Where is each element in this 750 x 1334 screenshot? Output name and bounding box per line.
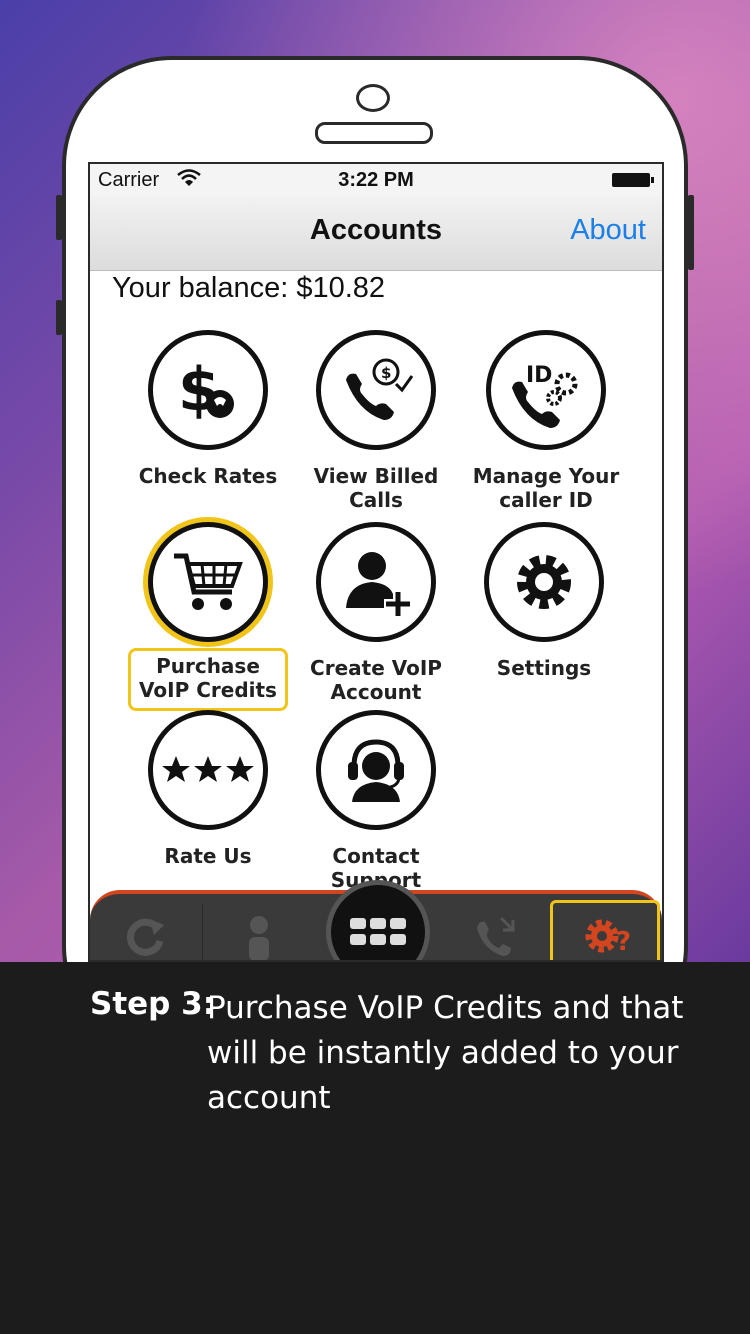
caller-id-icon: ID bbox=[486, 330, 606, 450]
status-bar: Carrier 3:22 PM bbox=[90, 164, 662, 196]
caption-panel: Step 3: Purchase VoIP Credits and that w… bbox=[0, 962, 750, 1334]
app-screen: Carrier 3:22 PM Accounts About Your bala… bbox=[88, 162, 664, 962]
stars-icon bbox=[148, 710, 268, 830]
tile-label: View Billed Calls bbox=[313, 464, 439, 512]
purchase-voip-credits-tile[interactable]: Purchase VoIP Credits bbox=[120, 522, 296, 711]
manage-caller-id-tile[interactable]: ID Manage Your caller ID bbox=[458, 330, 634, 512]
tile-label: Manage Your caller ID bbox=[472, 464, 620, 512]
balance-label: Your balance: $10.82 bbox=[112, 272, 386, 304]
svg-text:ID: ID bbox=[526, 363, 552, 388]
side-button bbox=[56, 300, 62, 335]
speaker-icon bbox=[315, 122, 433, 144]
create-voip-account-tile[interactable]: Create VoIP Account bbox=[288, 522, 464, 704]
tile-label: Settings bbox=[496, 656, 592, 680]
tab-refresh[interactable] bbox=[90, 904, 200, 960]
side-button bbox=[56, 195, 62, 240]
add-user-icon bbox=[316, 522, 436, 642]
tile-label: Create VoIP Account bbox=[310, 656, 442, 704]
check-rates-tile[interactable]: $ Check Rates bbox=[120, 330, 296, 488]
tab-keypad[interactable] bbox=[326, 880, 430, 960]
refresh-icon bbox=[126, 918, 164, 956]
tile-label: Check Rates bbox=[138, 464, 278, 488]
call-transfer-icon bbox=[477, 916, 515, 956]
rate-us-tile[interactable]: Rate Us bbox=[120, 710, 296, 868]
billed-call-icon: $ bbox=[316, 330, 436, 450]
battery-icon bbox=[612, 173, 654, 187]
about-button[interactable]: About bbox=[570, 214, 646, 247]
tile-label: Purchase VoIP Credits bbox=[128, 648, 288, 711]
contact-support-tile[interactable]: Contact Support bbox=[288, 710, 464, 892]
status-time: 3:22 PM bbox=[338, 169, 414, 191]
tab-bar: ? bbox=[90, 880, 662, 960]
headset-icon bbox=[316, 710, 436, 830]
tab-highlight-box bbox=[550, 900, 660, 960]
view-billed-calls-tile[interactable]: $ View Billed Calls bbox=[288, 330, 464, 512]
tab-call-transfer[interactable] bbox=[440, 904, 550, 960]
keypad-icon bbox=[350, 918, 406, 945]
gear-icon bbox=[484, 522, 604, 642]
tab-contacts[interactable] bbox=[202, 904, 315, 960]
step-description: Purchase VoIP Credits and that will be i… bbox=[207, 990, 684, 1116]
svg-text:$: $ bbox=[381, 364, 391, 382]
tile-label: Rate Us bbox=[164, 844, 252, 868]
shopping-cart-icon bbox=[148, 522, 268, 642]
person-icon bbox=[249, 916, 269, 960]
nav-bar: Accounts About bbox=[90, 196, 662, 271]
side-button bbox=[688, 195, 694, 270]
step-label: Step 3: bbox=[90, 986, 216, 1022]
dollar-phone-icon: $ bbox=[148, 330, 268, 450]
camera-icon bbox=[356, 84, 390, 112]
settings-tile[interactable]: Settings bbox=[456, 522, 632, 680]
